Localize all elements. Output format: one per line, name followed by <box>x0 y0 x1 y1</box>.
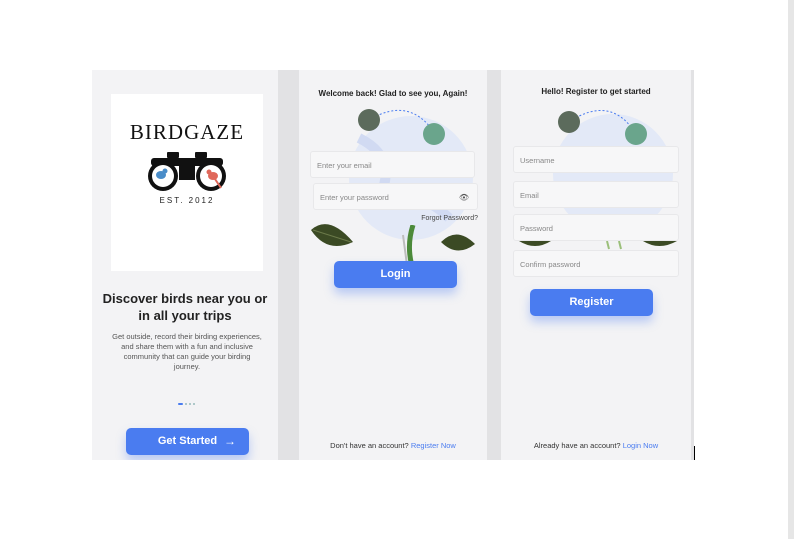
logo-card: BIRDGAZE EST. 2012 <box>111 94 263 271</box>
register-screen: Hello! Register to get started Username … <box>501 70 691 460</box>
register-now-link[interactable]: Register Now <box>411 441 456 450</box>
screen-gutter <box>487 70 501 460</box>
login-now-link[interactable]: Login Now <box>623 441 658 450</box>
binoculars-logo-icon <box>148 152 226 191</box>
confirm-password-input[interactable]: Confirm password <box>513 250 679 277</box>
page-dot <box>185 403 187 405</box>
eye-icon[interactable]: 👁 <box>459 184 469 211</box>
password-placeholder: Password <box>520 224 553 233</box>
screen-gutter <box>278 70 299 460</box>
register-title: Hello! Register to get started <box>541 87 651 96</box>
login-prompt: Already have an account? Login Now <box>501 441 691 450</box>
page-indicator <box>178 392 197 410</box>
username-input[interactable]: Username <box>513 146 679 173</box>
brand-name: BIRDGAZE <box>129 120 245 144</box>
leaf-right-icon <box>441 234 475 251</box>
text-cursor <box>694 446 695 460</box>
page-dot <box>189 403 191 405</box>
login-title: Welcome back! Glad to see you, Again! <box>318 89 468 98</box>
arrow-right-icon: → <box>224 434 236 448</box>
forgot-password-link[interactable]: Forgot Password? <box>421 215 478 222</box>
scrollbar[interactable] <box>788 0 794 539</box>
get-started-button[interactable]: Get Started → <box>126 428 249 455</box>
password-input[interactable]: Enter your password 👁 <box>313 183 478 210</box>
password-placeholder: Enter your password <box>320 193 389 202</box>
screen-gutter <box>691 70 694 460</box>
login-prompt-text: Already have an account? <box>533 441 621 450</box>
username-placeholder: Username <box>520 156 555 165</box>
password-input[interactable]: Password <box>513 214 679 241</box>
leaf-left-icon <box>311 224 353 246</box>
register-prompt-text: Don't have an account? <box>330 441 409 450</box>
splash-screen: BIRDGAZE EST. 2012 Discover birds near y… <box>92 70 278 460</box>
description: Get outside, record their birding experi… <box>112 332 262 371</box>
confirm-password-placeholder: Confirm password <box>520 260 581 269</box>
login-button[interactable]: Login <box>334 261 457 288</box>
page-dot <box>193 403 195 405</box>
email-input[interactable]: Enter your email <box>310 151 475 178</box>
register-button[interactable]: Register <box>530 289 653 316</box>
headline: Discover birds near you or in all your t… <box>102 291 268 323</box>
page-dot-active <box>178 403 183 405</box>
login-screen: Welcome back! Glad to see you, Again! En… <box>299 70 487 460</box>
register-prompt: Don't have an account? Register Now <box>299 441 487 450</box>
get-started-label: Get Started <box>157 435 218 447</box>
established-label: EST. 2012 <box>159 196 215 205</box>
email-placeholder: Email <box>520 191 539 200</box>
email-placeholder: Enter your email <box>317 161 372 170</box>
email-input[interactable]: Email <box>513 181 679 208</box>
